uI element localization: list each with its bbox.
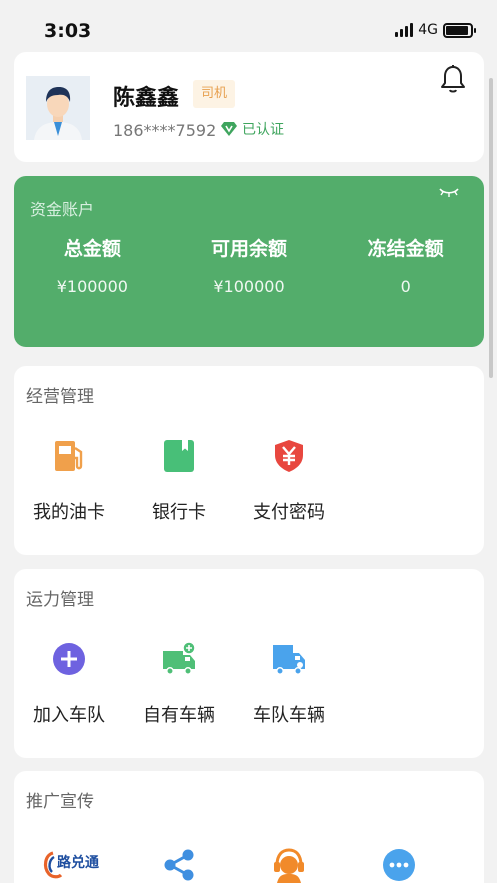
user-phone: 186****7592 (113, 121, 217, 140)
avatar[interactable] (26, 76, 90, 140)
capacity-management-title: 运力管理 (26, 590, 94, 610)
status-time: 3:03 (44, 20, 92, 42)
business-management-grid: 我的油卡 银行卡 支付密码 (14, 438, 344, 524)
available-balance-label: 可用余额 (211, 238, 288, 260)
promotion-grid: 路兑通 (14, 847, 454, 883)
fleet-vehicles-entry[interactable]: 车队车辆 (234, 641, 344, 727)
fuel-card-icon (51, 438, 87, 474)
available-balance-value: ¥100000 (213, 277, 285, 296)
total-amount[interactable]: 总金额 ¥100000 (14, 234, 171, 296)
verified-label: 已认证 (242, 122, 284, 138)
fleet-vehicles-label: 车队车辆 (253, 705, 325, 726)
scrollbar[interactable] (489, 78, 493, 378)
verified-status: 已认证 (220, 119, 284, 139)
more-icon (381, 847, 417, 883)
more-entry[interactable] (344, 847, 454, 883)
lu-dui-tong-logo: 路兑通 (41, 847, 99, 883)
my-fuel-card-entry[interactable]: 我的油卡 (14, 438, 124, 524)
bell-icon[interactable] (440, 64, 466, 94)
share-entry[interactable] (124, 847, 234, 883)
profile-card[interactable]: 陈鑫鑫 司机 186****7592 已认证 (14, 52, 484, 162)
status-bar: 3:03 4G (0, 0, 497, 46)
own-truck-icon (161, 641, 197, 677)
eye-closed-icon[interactable] (438, 186, 460, 198)
user-name: 陈鑫鑫 (113, 86, 180, 111)
frozen-amount-label: 冻结金额 (367, 238, 444, 260)
my-fuel-card-label: 我的油卡 (33, 502, 105, 523)
signal-icon (395, 23, 414, 37)
fund-account-title: 资金账户 (30, 200, 95, 219)
verified-diamond-icon (221, 122, 237, 136)
frozen-amount[interactable]: 冻结金额 0 (327, 234, 484, 296)
lu-dui-tong-logo-text: 路兑通 (57, 855, 99, 871)
bank-card-icon (161, 438, 197, 474)
available-balance[interactable]: 可用余额 ¥100000 (171, 234, 328, 296)
fleet-truck-icon (271, 641, 307, 677)
join-fleet-label: 加入车队 (33, 705, 105, 726)
frozen-amount-value: 0 (400, 277, 411, 296)
business-management-card: 经营管理 我的油卡 银行卡 支付密码 (14, 366, 484, 555)
fund-account-summary: 总金额 ¥100000 可用余额 ¥100000 冻结金额 0 (14, 234, 484, 296)
avatar-person-icon (26, 76, 90, 140)
promotion-card: 推广宣传 路兑通 (14, 771, 484, 883)
fund-account-card[interactable]: 资金账户 总金额 ¥100000 可用余额 ¥100000 冻结金额 0 (14, 176, 484, 347)
payment-password-entry[interactable]: 支付密码 (234, 438, 344, 524)
share-icon (161, 847, 197, 883)
business-management-title: 经营管理 (26, 387, 94, 407)
total-amount-label: 总金额 (63, 238, 121, 260)
battery-icon (443, 22, 476, 38)
lu-dui-tong-entry[interactable]: 路兑通 (14, 847, 124, 883)
network-type: 4G (418, 22, 438, 38)
payment-password-label: 支付密码 (253, 502, 325, 523)
total-amount-value: ¥100000 (56, 277, 128, 296)
own-vehicles-label: 自有车辆 (143, 705, 215, 726)
capacity-management-card: 运力管理 加入车队 自有车辆 车队车辆 (14, 569, 484, 758)
role-badge: 司机 (193, 80, 236, 108)
promotion-title: 推广宣传 (26, 792, 94, 812)
bank-card-label: 银行卡 (152, 502, 206, 523)
customer-service-icon (271, 847, 307, 883)
battery-level (446, 25, 468, 35)
own-vehicles-entry[interactable]: 自有车辆 (124, 641, 234, 727)
customer-service-entry[interactable] (234, 847, 344, 883)
join-fleet-entry[interactable]: 加入车队 (14, 641, 124, 727)
plus-circle-icon (51, 641, 87, 677)
yuan-shield-icon (271, 438, 307, 474)
status-icons: 4G (395, 22, 476, 38)
bank-card-entry[interactable]: 银行卡 (124, 438, 234, 524)
capacity-management-grid: 加入车队 自有车辆 车队车辆 (14, 641, 344, 727)
